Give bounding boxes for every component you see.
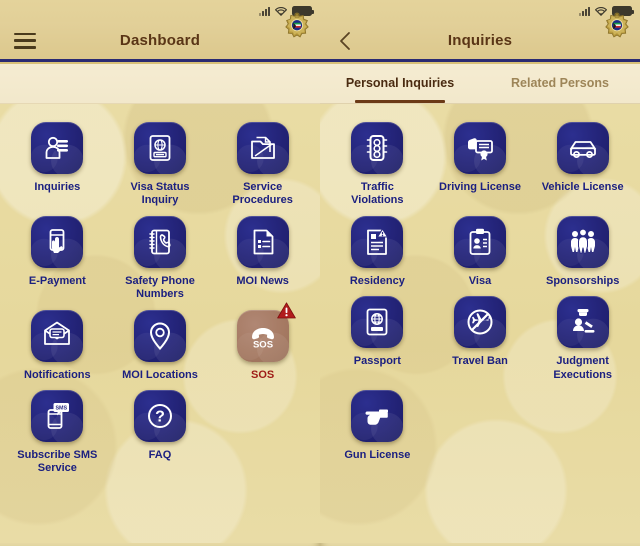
question-mark-circle-icon[interactable] — [133, 390, 186, 443]
grid-item-label: E-Payment — [28, 274, 86, 287]
back-chevron-icon[interactable] — [336, 31, 354, 50]
map-pin-icon[interactable] — [133, 309, 186, 362]
grid-item-travel-ban[interactable]: Travel Ban — [429, 292, 532, 382]
handgun-icon[interactable] — [351, 390, 404, 443]
passport-globe-icon[interactable] — [133, 122, 186, 174]
grid-item-safety-phone-numbers[interactable]: Safety Phone Numbers — [109, 212, 212, 302]
residency-document-icon[interactable] — [351, 215, 404, 268]
grid-item-label: Service Procedures — [232, 181, 293, 207]
grid-item-residency[interactable]: Residency — [326, 212, 429, 288]
grid-item-label: MOI Locations — [122, 368, 198, 381]
dashboard-grid: Inquiries Visa Status Inquiry Service Proced… — [0, 104, 320, 486]
grid-item-label: SOS — [251, 368, 275, 381]
car-icon[interactable] — [556, 122, 609, 174]
navbar-left: Dashboard — [0, 12, 320, 64]
sms-phone-icon[interactable] — [31, 390, 84, 443]
grid-item-label: Notifications — [24, 368, 91, 381]
page-title: Dashboard — [119, 32, 201, 49]
signal-bars-icon — [579, 6, 590, 16]
passport-book-icon[interactable] — [351, 296, 404, 349]
grid-item-visa[interactable]: Visa — [429, 212, 532, 288]
grid-item-label: Inquiries — [34, 181, 81, 193]
grid-item-traffic-violations[interactable]: Traffic Violations — [326, 118, 429, 208]
page-title: Inquiries — [447, 32, 513, 49]
warning-triangle-icon — [277, 302, 296, 319]
folder-document-icon[interactable] — [236, 122, 289, 174]
signal-bars-icon — [259, 6, 270, 16]
tab-related-persons[interactable]: Related Persons — [480, 62, 640, 103]
grid-item-inquiries[interactable]: Inquiries — [6, 118, 109, 208]
grid-item-label: Traffic Violations — [351, 181, 404, 207]
navbar-right: Inquiries — [320, 12, 640, 64]
grid-item-subscribe-sms-service[interactable]: Subscribe SMS Service — [6, 386, 109, 476]
group-people-icon[interactable] — [556, 215, 609, 268]
grid-item-label: Driving License — [439, 181, 521, 193]
content-spacer-left — [0, 62, 320, 104]
grid-item-label: FAQ — [148, 449, 172, 462]
grid-item-vehicle-license[interactable]: Vehicle License — [531, 118, 634, 208]
grid-item-e-payment[interactable]: E-Payment — [6, 212, 109, 302]
grid-item-driving-license[interactable]: Driving License — [429, 118, 532, 208]
hamburger-menu-icon[interactable] — [14, 32, 36, 49]
grid-item-sponsorships[interactable]: Sponsorships — [531, 212, 634, 288]
grid-item-label: MOI News — [236, 274, 289, 287]
no-airplane-icon[interactable] — [453, 296, 506, 349]
grid-item-moi-locations[interactable]: MOI Locations — [109, 306, 212, 382]
moi-police-badge-icon — [602, 12, 632, 42]
grid-item-moi-news[interactable]: MOI News — [211, 212, 314, 302]
traffic-light-icon[interactable] — [351, 122, 404, 174]
dashboard-screen: Dashboard Inquiries Visa Status Inquiry … — [0, 0, 320, 546]
inquiries-grid-wrap: Traffic Violations Driving License Vehicle … — [320, 104, 640, 543]
person-documents-icon[interactable] — [31, 122, 84, 174]
status-bar-right — [320, 0, 640, 22]
dashboard-grid-wrap: Inquiries Visa Status Inquiry Service Proced… — [0, 104, 320, 543]
grid-item-judgment-executions[interactable]: Judgment Executions — [531, 292, 634, 382]
tab-personal-inquiries[interactable]: Personal Inquiries — [320, 62, 480, 103]
grid-item-faq[interactable]: FAQ — [109, 386, 212, 476]
phone-directory-icon[interactable] — [133, 215, 186, 268]
inquiries-tabs: Personal Inquiries Related Persons — [320, 62, 640, 104]
grid-item-label: Travel Ban — [452, 355, 508, 368]
id-card-icon[interactable] — [453, 215, 506, 268]
grid-item-notifications[interactable]: Notifications — [6, 306, 109, 382]
driving-license-card-icon[interactable] — [453, 122, 506, 174]
grid-item-label: Visa Status Inquiry — [130, 181, 190, 207]
status-bar-left — [0, 0, 320, 22]
grid-item-label: Gun License — [344, 449, 411, 462]
grid-item-sos[interactable]: SOS — [211, 302, 314, 382]
grid-item-label: Residency — [349, 274, 405, 287]
hand-credit-card-icon[interactable] — [31, 215, 84, 268]
grid-item-label: Judgment Executions — [553, 355, 612, 381]
dual-screen-container: Dashboard Inquiries Visa Status Inquiry … — [0, 0, 640, 546]
grid-item-visa-status-inquiry[interactable]: Visa Status Inquiry — [109, 118, 212, 208]
judge-gavel-icon[interactable] — [556, 296, 609, 349]
grid-item-label: Passport — [353, 355, 401, 368]
grid-item-label: Subscribe SMS Service — [17, 449, 98, 475]
grid-item-passport[interactable]: Passport — [326, 292, 429, 382]
moi-police-badge-icon — [282, 12, 312, 42]
grid-item-gun-license[interactable]: Gun License — [326, 386, 429, 462]
grid-item-label: Safety Phone Numbers — [125, 274, 195, 301]
grid-item-label: Vehicle License — [541, 181, 624, 193]
grid-item-label: Visa — [468, 274, 492, 287]
grid-item-service-procedures[interactable]: Service Procedures — [211, 118, 314, 208]
inquiries-screen: Inquiries Personal Inquiries Related Per… — [320, 0, 640, 546]
envelope-message-icon[interactable] — [31, 309, 84, 362]
news-document-icon[interactable] — [236, 215, 289, 268]
inquiries-grid: Traffic Violations Driving License Vehicle … — [320, 104, 640, 472]
grid-item-label: Sponsorships — [545, 274, 620, 287]
